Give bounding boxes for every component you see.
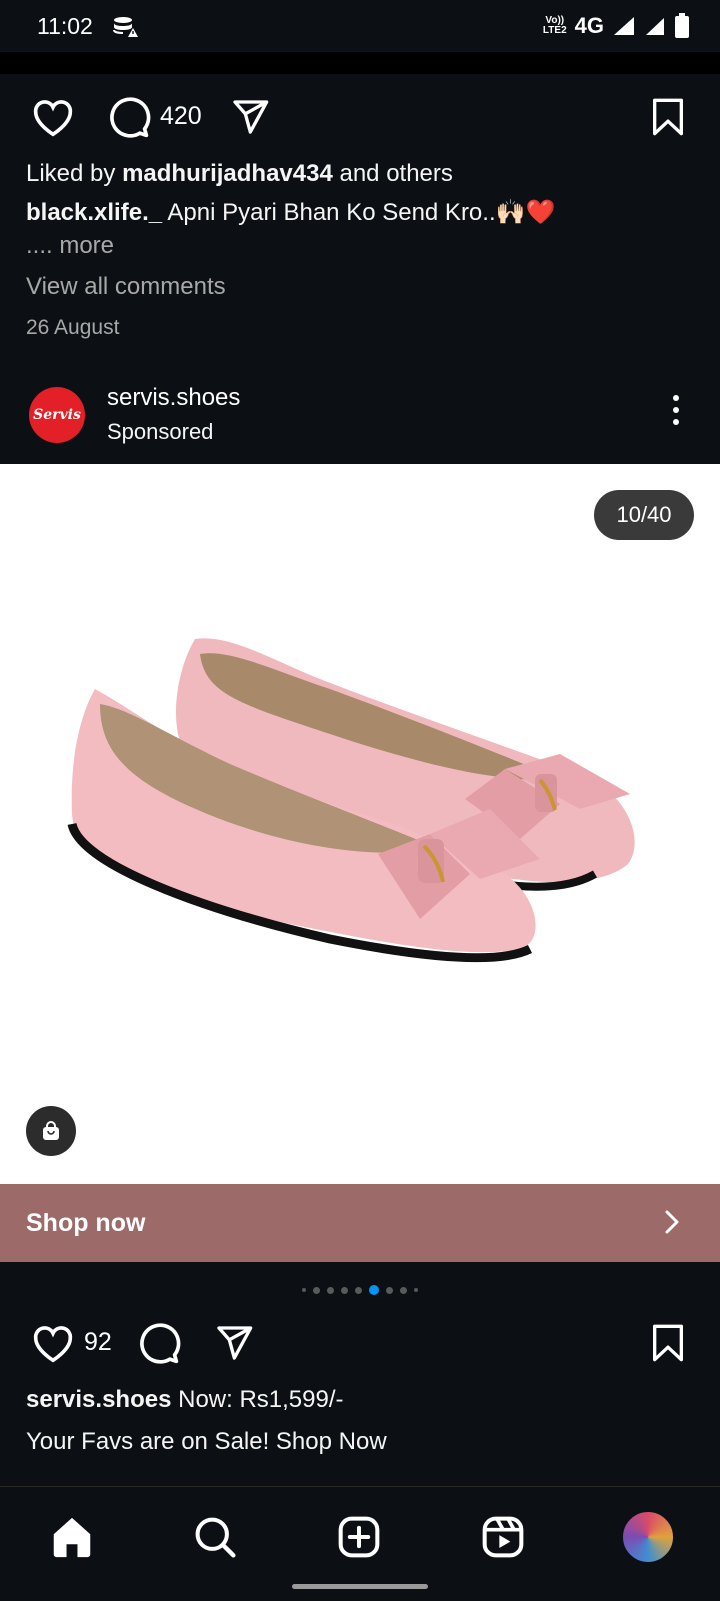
view-all-comments[interactable]: View all comments (26, 273, 226, 301)
network-type: 4G (574, 13, 604, 38)
comment-icon[interactable] (106, 94, 152, 140)
sponsored-label: Sponsored (107, 419, 214, 444)
home-indicator (292, 1584, 428, 1589)
carousel-dot (327, 1286, 334, 1294)
carousel-dot (302, 1288, 306, 1292)
battery-icon (675, 13, 689, 38)
comment-count: 420 (160, 102, 202, 130)
share-icon[interactable] (228, 96, 272, 138)
liked-by-line: Liked by madhurijadhav434 and others (26, 160, 453, 188)
carousel-dot (414, 1288, 418, 1292)
signal-icon-1 (614, 17, 634, 35)
like-count: 92 (84, 1328, 112, 1356)
carousel-dot (386, 1286, 393, 1294)
shoe-image (67, 638, 635, 963)
shop-now-button[interactable]: Shop now (0, 1184, 720, 1262)
post1-caption: black.xlife._ Apni Pyari Bhan Ko Send Kr… (26, 198, 555, 227)
caption-text: Now: Rs1,599/- (171, 1386, 344, 1413)
more-link[interactable]: .... more (26, 232, 114, 260)
carousel-counter: 10/40 (594, 490, 694, 540)
profile-picture (621, 1510, 675, 1564)
chevron-right-icon (664, 1208, 680, 1241)
data-saver-icon (112, 15, 138, 44)
carousel-dot (313, 1286, 320, 1294)
home-icon[interactable] (42, 1507, 102, 1567)
profile-avatar[interactable] (618, 1507, 678, 1567)
carousel-dots (0, 1284, 720, 1296)
save-icon[interactable] (648, 1322, 688, 1364)
signal-icon-2 (646, 18, 664, 35)
shop-now-label: Shop now (26, 1208, 146, 1237)
post1-action-row: 420 (0, 92, 720, 142)
post-date: 26 August (26, 316, 120, 339)
post-username[interactable]: servis.shoes (107, 384, 240, 412)
volte-bottom: LTE2 (542, 25, 567, 36)
like-icon[interactable] (30, 96, 76, 138)
reels-icon[interactable] (473, 1507, 533, 1567)
post2-caption-line2: Your Favs are on Sale! Shop Now (26, 1428, 387, 1455)
caption-text: Apni Pyari Bhan Ko Send Kro..🙌🏻❤️ (162, 199, 556, 226)
comment-icon[interactable] (136, 1320, 182, 1366)
carousel-dot (400, 1286, 407, 1294)
like-icon[interactable] (30, 1322, 76, 1364)
carousel-dot-active (369, 1285, 379, 1295)
share-icon[interactable] (212, 1322, 256, 1364)
post-media[interactable]: 10/40 (0, 464, 720, 1184)
status-time: 11:02 (37, 13, 93, 39)
liked-by-prefix: Liked by (26, 160, 123, 187)
caption-username[interactable]: servis.shoes (26, 1386, 171, 1413)
liked-by-user[interactable]: madhurijadhav434 (122, 160, 333, 187)
liked-by-suffix: and others (332, 160, 453, 187)
search-icon[interactable] (185, 1507, 245, 1567)
carousel-dot (355, 1286, 362, 1294)
carousel-dot (341, 1286, 348, 1294)
save-icon[interactable] (648, 96, 688, 138)
brand-avatar[interactable]: Servis (29, 387, 85, 443)
post2-header: Servis servis.shoes Sponsored (0, 372, 720, 462)
status-bar: 11:02 Vo)) LTE2 4G (0, 0, 720, 52)
create-icon[interactable] (329, 1507, 389, 1567)
shopping-bag-icon[interactable] (26, 1106, 76, 1156)
post2-action-row: 92 (0, 1318, 720, 1368)
avatar-logo-text: Servis (33, 407, 81, 423)
post2-caption: servis.shoes Now: Rs1,599/- (26, 1386, 344, 1414)
previous-media-edge (0, 52, 720, 74)
caption-username[interactable]: black.xlife._ (26, 199, 162, 226)
more-options-icon[interactable] (672, 394, 680, 431)
volte-indicator: Vo)) LTE2 (543, 16, 567, 36)
status-indicators: Vo)) LTE2 4G (543, 13, 690, 39)
